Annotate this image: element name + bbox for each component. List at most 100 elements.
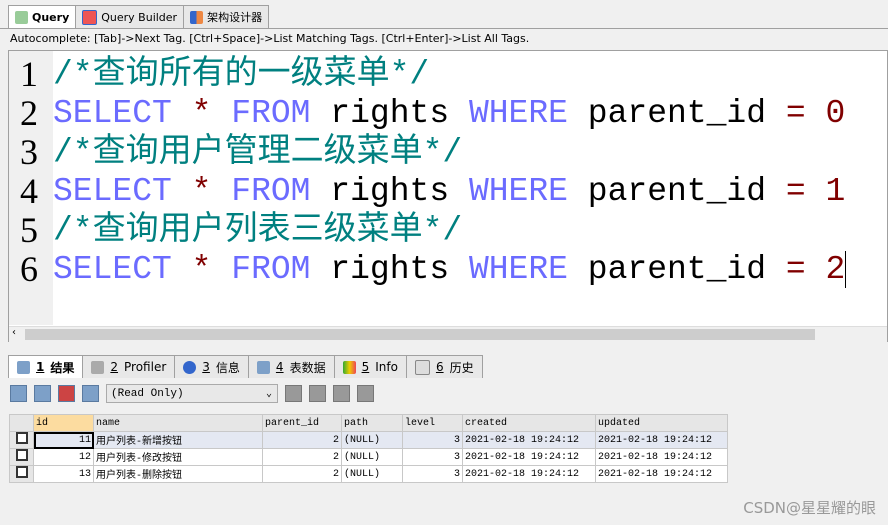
checkbox[interactable] xyxy=(15,466,28,478)
tab-label: 表数据 xyxy=(289,360,326,375)
watermark: CSDN@星星耀的眼 xyxy=(743,499,876,517)
column-header[interactable]: updated xyxy=(595,414,728,432)
cell-created[interactable]: 2021-02-18 19:24:12 xyxy=(462,465,596,483)
column-header[interactable]: id xyxy=(33,414,94,432)
schema-designer-icon xyxy=(190,10,204,24)
scrollbar-thumb[interactable] xyxy=(25,329,815,340)
checkbox[interactable] xyxy=(15,432,28,444)
tab-results[interactable]: 1 结果 xyxy=(8,355,84,378)
sql-editor[interactable]: 1/*查询所有的一级菜单*/2 SELECT * FROM rights WHER… xyxy=(8,50,888,342)
sql-comment: /*查询用户列表三级菜单*/ xyxy=(53,212,463,249)
table-name: rights xyxy=(330,95,450,132)
delete-row-icon[interactable] xyxy=(333,385,350,402)
column-header[interactable]: name xyxy=(93,414,263,432)
operator: * xyxy=(191,173,212,210)
cell-parent_id[interactable]: 2 xyxy=(262,465,342,483)
refresh-icon[interactable] xyxy=(82,385,99,402)
cancel-icon[interactable] xyxy=(357,385,374,402)
profiler-icon xyxy=(91,360,105,374)
tab-label: 架构设计器 xyxy=(207,11,263,24)
tab-profiler[interactable]: 2 Profiler xyxy=(82,355,176,378)
keyword: SELECT xyxy=(53,173,172,210)
cell-created[interactable]: 2021-02-18 19:24:12 xyxy=(462,448,596,466)
line-number: 5 xyxy=(20,210,38,250)
row-selector[interactable] xyxy=(9,448,34,466)
cell-id[interactable]: 12 xyxy=(33,448,94,466)
cell-id[interactable]: 11 xyxy=(33,431,94,449)
operator: = xyxy=(785,95,806,132)
cell-level[interactable]: 3 xyxy=(402,465,463,483)
table-name: rights xyxy=(330,251,450,288)
table-icon xyxy=(256,360,270,374)
tab-info[interactable]: 5 Info xyxy=(333,355,407,378)
column-name: parent_id xyxy=(587,173,767,210)
number: 1 xyxy=(825,173,846,210)
cell-name[interactable]: 用户列表-删除按钮 xyxy=(93,465,263,483)
tab-schema-designer[interactable]: 架构设计器 xyxy=(183,5,270,28)
keyword: SELECT xyxy=(53,95,172,132)
cell-name[interactable]: 用户列表-修改按钮 xyxy=(93,448,263,466)
tab-query-builder[interactable]: Query Builder xyxy=(75,5,185,28)
chevron-down-icon: ⌄ xyxy=(265,389,272,400)
keyword: WHERE xyxy=(468,251,568,288)
header-corner xyxy=(9,414,34,432)
cell-updated[interactable]: 2021-02-18 19:24:12 xyxy=(595,465,728,483)
line-number: 3 xyxy=(20,132,38,172)
tab-table-data[interactable]: 4 表数据 xyxy=(247,355,335,378)
cell-path[interactable]: (NULL) xyxy=(341,431,403,449)
query-tabs: Query Query Builder 架构设计器 xyxy=(8,5,270,28)
tab-messages[interactable]: 3 信息 xyxy=(174,355,249,378)
cell-level[interactable]: 3 xyxy=(402,448,463,466)
results-grid[interactable]: id name parent_id path level created upd… xyxy=(9,414,728,483)
cell-level[interactable]: 3 xyxy=(402,431,463,449)
keyword: FROM xyxy=(231,251,311,288)
column-header[interactable]: parent_id xyxy=(262,414,342,432)
table-row[interactable]: 12 用户列表-修改按钮 2 (NULL) 3 2021-02-18 19:24:12 20… xyxy=(9,448,728,466)
tab-num: 4 xyxy=(275,360,284,374)
select-value: (Read Only) xyxy=(111,388,184,400)
operator: * xyxy=(191,251,212,288)
cell-parent_id[interactable]: 2 xyxy=(262,448,342,466)
info-icon xyxy=(183,360,197,374)
column-header[interactable]: path xyxy=(341,414,403,432)
tab-query[interactable]: Query xyxy=(8,5,77,28)
table-row[interactable]: 11 用户列表-新增按钮 2 (NULL) 3 2021-02-18 19:24:12 20… xyxy=(9,431,728,449)
cell-parent_id[interactable]: 2 xyxy=(262,431,342,449)
column-name: parent_id xyxy=(587,95,767,132)
add-row-icon[interactable] xyxy=(285,385,302,402)
table-row[interactable]: 13 用户列表-删除按钮 2 (NULL) 3 2021-02-18 19:24:12 20… xyxy=(9,465,728,483)
result-mode-select[interactable]: (Read Only) ⌄ xyxy=(106,384,278,403)
cell-id[interactable]: 13 xyxy=(33,465,94,483)
horizontal-scrollbar[interactable]: ‹ xyxy=(9,326,887,342)
tab-num: 6 xyxy=(435,360,444,374)
sql-statement: SELECT * FROM rights WHERE parent_id = 2 xyxy=(53,250,847,289)
cell-name[interactable]: 用户列表-新增按钮 xyxy=(93,431,263,449)
shapes-icon xyxy=(342,360,356,374)
export-icon[interactable] xyxy=(58,385,75,402)
tab-num: 1 xyxy=(36,360,45,374)
cell-created[interactable]: 2021-02-18 19:24:12 xyxy=(462,431,596,449)
row-selector[interactable] xyxy=(9,431,34,449)
tab-num: 5 xyxy=(361,360,370,374)
scroll-left-icon[interactable]: ‹ xyxy=(12,327,16,338)
checkbox[interactable] xyxy=(15,449,28,461)
column-header[interactable]: created xyxy=(462,414,596,432)
autocomplete-hint: Autocomplete: [Tab]->Next Tag. [Ctrl+Spa… xyxy=(0,28,888,48)
cell-updated[interactable]: 2021-02-18 19:24:12 xyxy=(595,431,728,449)
keyword: FROM xyxy=(231,173,311,210)
row-selector[interactable] xyxy=(9,465,34,483)
cell-path[interactable]: (NULL) xyxy=(341,448,403,466)
column-header[interactable]: level xyxy=(402,414,463,432)
cell-updated[interactable]: 2021-02-18 19:24:12 xyxy=(595,448,728,466)
sql-comment: /*查询用户管理二级菜单*/ xyxy=(53,134,463,171)
insert-row-icon[interactable] xyxy=(10,385,27,402)
save-icon[interactable] xyxy=(309,385,326,402)
cell-path[interactable]: (NULL) xyxy=(341,465,403,483)
keyword: WHERE xyxy=(468,173,568,210)
line-number: 4 xyxy=(20,171,38,211)
tab-history[interactable]: 6 历史 xyxy=(405,355,483,378)
keyword: SELECT xyxy=(53,251,172,288)
duplicate-row-icon[interactable] xyxy=(34,385,51,402)
number: 0 xyxy=(825,95,846,132)
tab-label: Query Builder xyxy=(101,10,178,24)
